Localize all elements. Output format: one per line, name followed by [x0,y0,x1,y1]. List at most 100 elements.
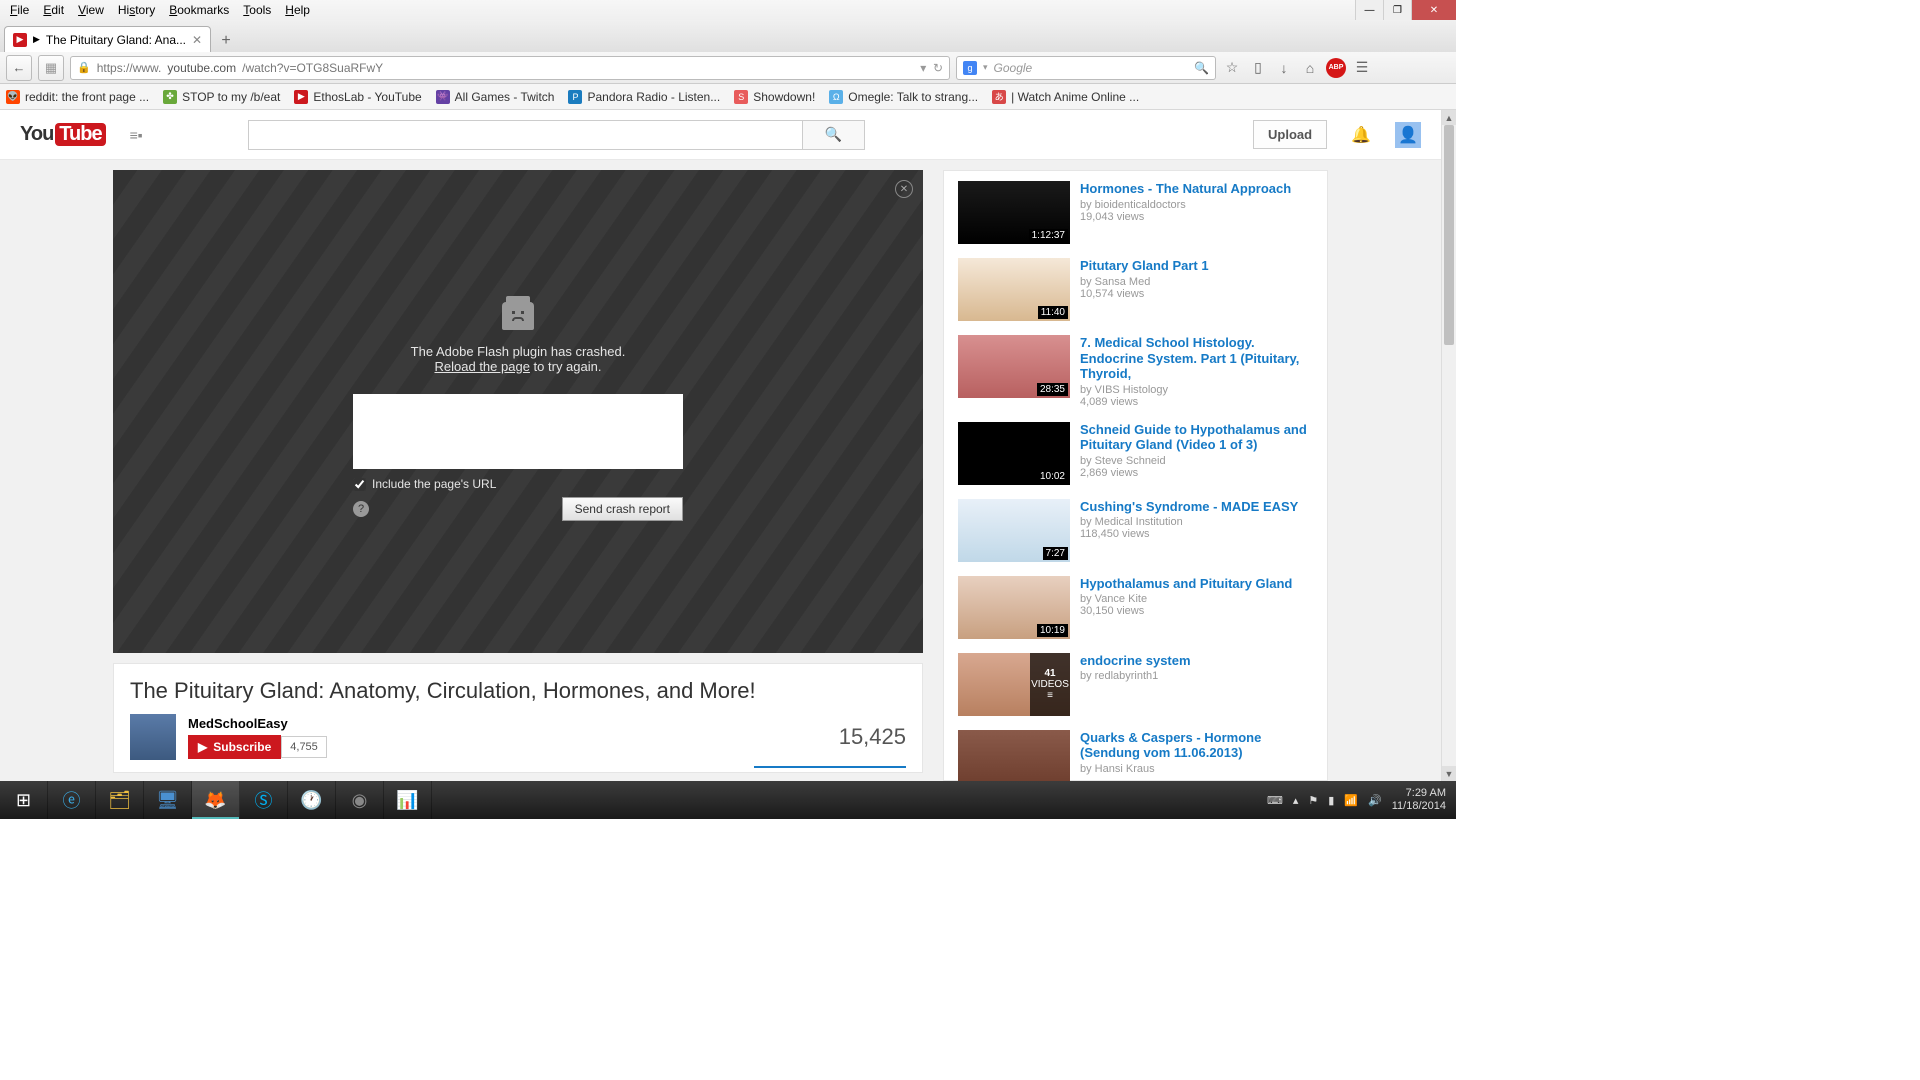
send-crash-button[interactable]: Send crash report [562,497,683,521]
guide-icon[interactable]: ≡▪ [130,127,143,143]
related-video[interactable]: 1:12:37 Hormones - The Natural Approach … [958,181,1313,244]
url-dropdown-icon[interactable]: ▾ ↻ [920,61,943,75]
video-thumbnail[interactable]: 10:19 [958,576,1070,639]
wifi-icon[interactable]: 📶 [1344,794,1358,807]
skype-icon[interactable]: Ⓢ [240,781,288,819]
taskbar-clock[interactable]: 7:29 AM11/18/2014 [1392,787,1450,813]
related-video[interactable]: 10:19 Hypothalamus and Pituitary Gland b… [958,576,1313,639]
related-video[interactable]: 11:40 Pitutary Gland Part 1 by Sansa Med… [958,258,1313,321]
downloads-icon[interactable]: ↓ [1274,60,1294,76]
video-thumbnail[interactable]: 11:40 [958,258,1070,321]
scroll-up-icon[interactable]: ▲ [1442,110,1456,125]
scrollbar[interactable]: ▲ ▼ [1441,110,1456,781]
flag-icon[interactable]: ⚑ [1308,794,1318,807]
tab-title: The Pituitary Gland: Ana... [46,33,186,47]
bookmark-star-icon[interactable]: ☆ [1222,59,1242,76]
help-icon[interactable]: ? [353,501,369,517]
volume-icon[interactable]: 🔊 [1368,794,1382,807]
adblock-icon[interactable]: ABP [1326,58,1346,78]
menu-help[interactable]: Help [279,1,316,19]
bookmark-pandora[interactable]: PPandora Radio - Listen... [568,90,720,104]
video-thumbnail[interactable]: 7:27 [958,499,1070,562]
search-icon[interactable]: 🔍 [1194,61,1209,75]
account-avatar[interactable]: 👤 [1395,122,1421,148]
video-info: The Pituitary Gland: Anatomy, Circulatio… [113,663,923,773]
back-button[interactable]: ← [6,55,32,81]
hamburger-icon[interactable]: ☰ [1352,59,1372,76]
app-icon[interactable]: 📊 [384,781,432,819]
subscriber-count: 4,755 [281,736,327,758]
duration-badge: 10:02 [1037,470,1068,483]
keyboard-icon[interactable]: ⌨ [1267,794,1283,807]
video-thumbnail[interactable]: 10:02 [958,422,1070,485]
playing-icon: ▶ [33,34,40,45]
start-button[interactable]: ⊞ [0,781,48,819]
menu-view[interactable]: View [72,1,110,19]
include-url-checkbox[interactable] [353,478,366,491]
channel-thumbnail[interactable] [130,714,176,760]
related-channel: by Vance Kite [1080,593,1292,605]
channel-name[interactable]: MedSchoolEasy [188,716,327,731]
video-thumbnail[interactable]: 28:35 [958,335,1070,398]
home-icon[interactable]: ⌂ [1300,60,1320,76]
menu-edit[interactable]: Edit [37,1,70,19]
related-views: 19,043 views [1080,211,1291,223]
menu-tools[interactable]: Tools [237,1,277,19]
bookmark-twitch[interactable]: 👾All Games - Twitch [436,90,555,104]
bookmark-showdown[interactable]: SShowdown! [734,90,815,104]
related-title: endocrine system [1080,653,1191,669]
video-title: The Pituitary Gland: Anatomy, Circulatio… [130,678,906,704]
video-thumbnail[interactable]: 1:12:37 [958,181,1070,244]
url-field[interactable]: 🔒 https://www.youtube.com/watch?v=OTG8Su… [70,56,950,80]
search-input[interactable] [248,120,803,150]
desktop-icon[interactable]: 🖥 [144,781,192,819]
new-tab-button[interactable]: + [213,30,239,52]
include-url-row[interactable]: Include the page's URL [353,477,683,491]
bookmark-4chan[interactable]: ✤STOP to my /b/eat [163,90,280,104]
related-video[interactable]: 41VIDEOS≡ endocrine system by redlabyrin… [958,653,1313,716]
bookmark-ethoslab[interactable]: ▶EthosLab - YouTube [294,90,421,104]
related-views: 30,150 views [1080,605,1292,617]
battery-icon[interactable]: ▮ [1328,794,1334,807]
url-path: /watch?v=OTG8SuaRFwY [242,61,383,75]
scroll-thumb[interactable] [1444,125,1454,345]
upload-button[interactable]: Upload [1253,120,1327,149]
related-video[interactable]: Quarks & Caspers - Hormone (Sendung vom … [958,730,1313,781]
clock-icon[interactable]: 🕐 [288,781,336,819]
reload-link[interactable]: Reload the page [435,359,530,374]
search-dropdown-icon[interactable]: ▾ [983,62,988,73]
browser-tab[interactable]: ▶ ▶ The Pituitary Gland: Ana... ✕ [4,26,211,52]
identity-button[interactable]: ▦ [38,55,64,81]
video-thumbnail[interactable] [958,730,1070,781]
related-video[interactable]: 7:27 Cushing's Syndrome - MADE EASY by M… [958,499,1313,562]
related-video[interactable]: 28:35 7. Medical School Histology. Endoc… [958,335,1313,408]
related-title: Hormones - The Natural Approach [1080,181,1291,197]
minimize-button[interactable]: — [1355,0,1383,20]
bookmark-anime[interactable]: あ| Watch Anime Online ... [992,90,1139,104]
video-thumbnail[interactable]: 41VIDEOS≡ [958,653,1070,716]
close-overlay-icon[interactable]: ✕ [895,180,913,198]
menu-history[interactable]: History [112,1,161,19]
explorer-icon[interactable]: 🗂 [96,781,144,819]
related-video[interactable]: 10:02 Schneid Guide to Hypothalamus and … [958,422,1313,485]
reading-list-icon[interactable]: ▯ [1248,59,1268,76]
close-window-button[interactable]: ✕ [1411,0,1456,20]
search-button[interactable]: 🔍 [803,120,865,150]
video-player: ✕ The Adobe Flash plugin has crashed. Re… [113,170,923,653]
menu-bookmarks[interactable]: Bookmarks [163,1,235,19]
subscribe-button[interactable]: ▶Subscribe [188,735,281,759]
notifications-icon[interactable]: 🔔 [1351,125,1371,145]
scroll-down-icon[interactable]: ▼ [1442,766,1456,781]
firefox-icon[interactable]: 🦊 [192,781,240,819]
menu-file[interactable]: File [4,1,35,19]
search-field[interactable]: g ▾ Google 🔍 [956,56,1216,80]
bookmark-reddit[interactable]: 👽reddit: the front page ... [6,90,149,104]
tray-up-icon[interactable]: ▴ [1293,794,1299,807]
bookmark-omegle[interactable]: ΩOmegle: Talk to strang... [829,90,978,104]
restore-button[interactable]: ❐ [1383,0,1411,20]
youtube-logo[interactable]: YouTube [20,123,106,146]
close-tab-icon[interactable]: ✕ [192,33,202,47]
ie-icon[interactable]: ⓔ [48,781,96,819]
steam-icon[interactable]: ◉ [336,781,384,819]
crash-comment-input[interactable] [353,394,683,469]
